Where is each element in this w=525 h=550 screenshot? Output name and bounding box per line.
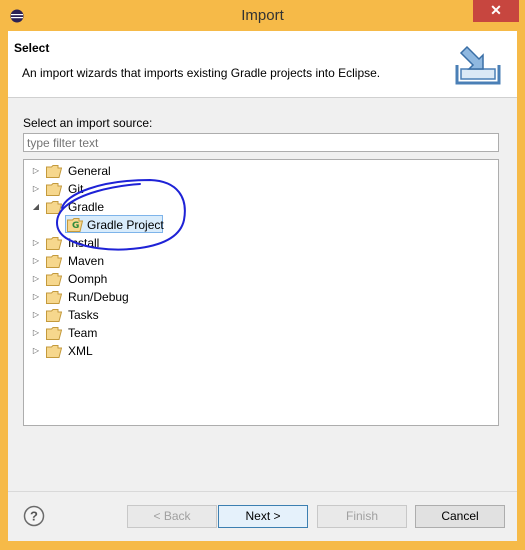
close-button[interactable]: ✕ bbox=[473, 0, 519, 22]
finish-button[interactable]: Finish bbox=[317, 505, 407, 528]
tree-item-label: Install bbox=[68, 236, 100, 250]
expand-arrow-icon[interactable]: ▷ bbox=[30, 324, 42, 342]
dialog-body: Select An import wizards that imports ex… bbox=[8, 31, 517, 541]
folder-icon bbox=[46, 237, 62, 250]
tree-item-label: Oomph bbox=[68, 272, 108, 286]
open-folder-icon bbox=[46, 201, 62, 214]
page-description: An import wizards that imports existing … bbox=[22, 66, 381, 80]
import-source-tree[interactable]: ▷ General ▷ Git ◢ Gradle G Gradle Projec… bbox=[23, 159, 499, 426]
gradle-project-icon: G bbox=[67, 218, 83, 232]
expand-arrow-icon[interactable]: ▷ bbox=[30, 270, 42, 288]
expand-arrow-icon[interactable]: ▷ bbox=[30, 306, 42, 324]
folder-icon bbox=[46, 327, 62, 340]
folder-icon bbox=[46, 309, 62, 322]
tree-item-label: Git bbox=[68, 182, 84, 196]
folder-icon bbox=[46, 273, 62, 286]
tree-item-label: Maven bbox=[68, 254, 105, 268]
import-source-label: Select an import source: bbox=[23, 116, 153, 130]
expand-arrow-icon[interactable]: ▷ bbox=[30, 342, 42, 360]
tree-item-label: Team bbox=[68, 326, 98, 340]
expand-arrow-icon[interactable]: ▷ bbox=[30, 234, 42, 252]
tree-item-label: Gradle Project bbox=[87, 218, 164, 232]
folder-icon bbox=[46, 255, 62, 268]
expand-arrow-icon[interactable]: ▷ bbox=[30, 162, 42, 180]
folder-icon bbox=[46, 345, 62, 358]
import-dialog: Import ✕ Select An import wizards that i… bbox=[0, 0, 525, 550]
expand-arrow-icon[interactable]: ▷ bbox=[30, 252, 42, 270]
import-icon bbox=[455, 45, 501, 85]
tree-item-label: Gradle bbox=[68, 200, 105, 214]
window-title: Import bbox=[241, 7, 284, 24]
tree-item-label: Tasks bbox=[68, 308, 99, 322]
next-button[interactable]: Next > bbox=[218, 505, 308, 528]
tree-item-label: General bbox=[68, 164, 111, 178]
tree-item-gradle-project[interactable]: G Gradle Project bbox=[24, 215, 224, 234]
tree-item-label: Run/Debug bbox=[68, 290, 129, 304]
footer-divider bbox=[8, 491, 517, 492]
svg-text:G: G bbox=[72, 221, 79, 231]
collapse-arrow-icon[interactable]: ◢ bbox=[30, 198, 42, 216]
tree-item-label: XML bbox=[68, 344, 93, 358]
help-glyph: ? bbox=[30, 509, 38, 524]
filter-input[interactable] bbox=[23, 133, 499, 152]
expand-arrow-icon[interactable]: ▷ bbox=[30, 180, 42, 198]
folder-icon bbox=[46, 183, 62, 196]
wizard-banner: Select An import wizards that imports ex… bbox=[8, 31, 517, 98]
cancel-button[interactable]: Cancel bbox=[415, 505, 505, 528]
folder-icon bbox=[46, 291, 62, 304]
back-button[interactable]: < Back bbox=[127, 505, 217, 528]
help-icon[interactable]: ? bbox=[23, 505, 45, 527]
title-bar[interactable]: Import ✕ bbox=[0, 0, 525, 32]
page-title: Select bbox=[14, 41, 50, 55]
folder-icon bbox=[46, 165, 62, 178]
expand-arrow-icon[interactable]: ▷ bbox=[30, 288, 42, 306]
